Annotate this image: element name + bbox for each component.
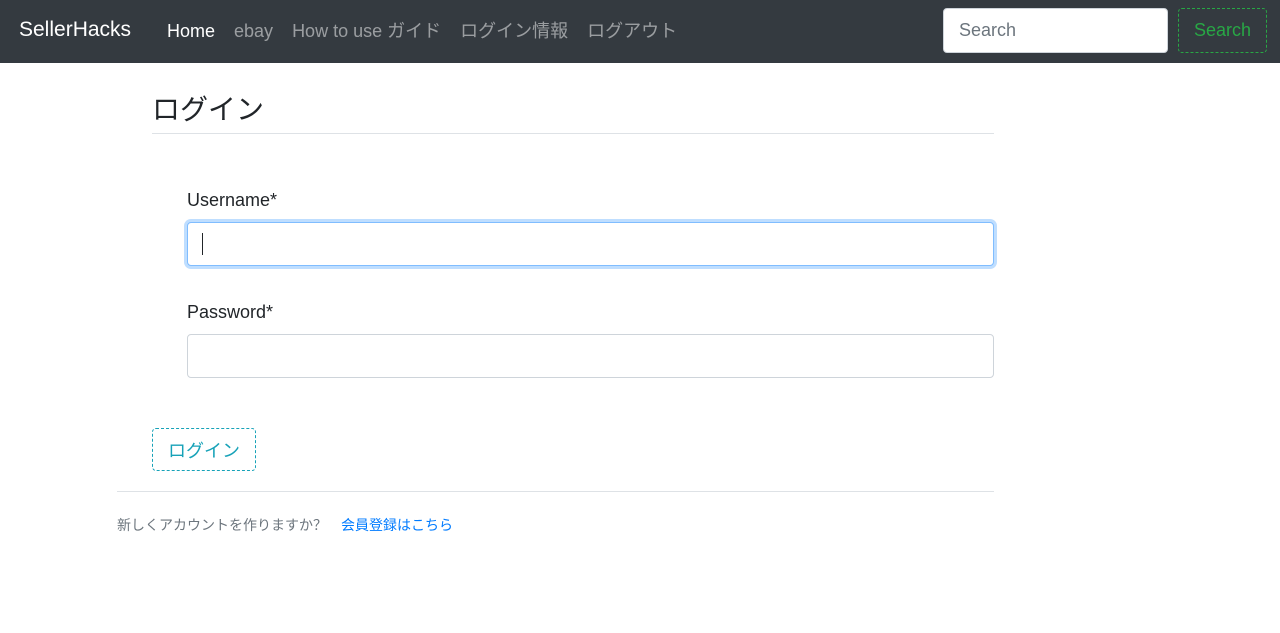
nav-link-home[interactable]: Home [167, 19, 215, 43]
signup-row: 新しくアカウントを作りますか？ 会員登録はこちら [117, 516, 453, 534]
signup-prompt: 新しくアカウントを作りますか？ [117, 517, 327, 533]
password-input[interactable] [187, 334, 994, 378]
search-input[interactable] [943, 8, 1168, 53]
login-button[interactable]: ログイン [152, 428, 256, 471]
username-label: Username* [187, 190, 278, 210]
nav-links: Home ebay How to use ガイド ログイン情報 ログアウト [167, 19, 696, 43]
password-label: Password* [187, 302, 274, 322]
nav-link-ebay[interactable]: ebay [234, 19, 273, 43]
top-navbar: SellerHacks Home ebay How to use ガイド ログイ… [0, 0, 1280, 63]
footer-divider [117, 491, 994, 492]
nav-link-how-to-use[interactable]: How to use ガイド [292, 19, 441, 43]
nav-link-login-info[interactable]: ログイン情報 [460, 19, 568, 43]
page-title: ログイン [152, 94, 265, 125]
text-caret [202, 233, 203, 255]
username-input[interactable] [187, 222, 994, 266]
title-divider [152, 133, 994, 134]
nav-link-logout[interactable]: ログアウト [587, 19, 677, 43]
search-button[interactable]: Search [1178, 8, 1267, 53]
brand-logo[interactable]: SellerHacks [19, 17, 131, 43]
signup-link[interactable]: 会員登録はこちら [341, 516, 453, 534]
